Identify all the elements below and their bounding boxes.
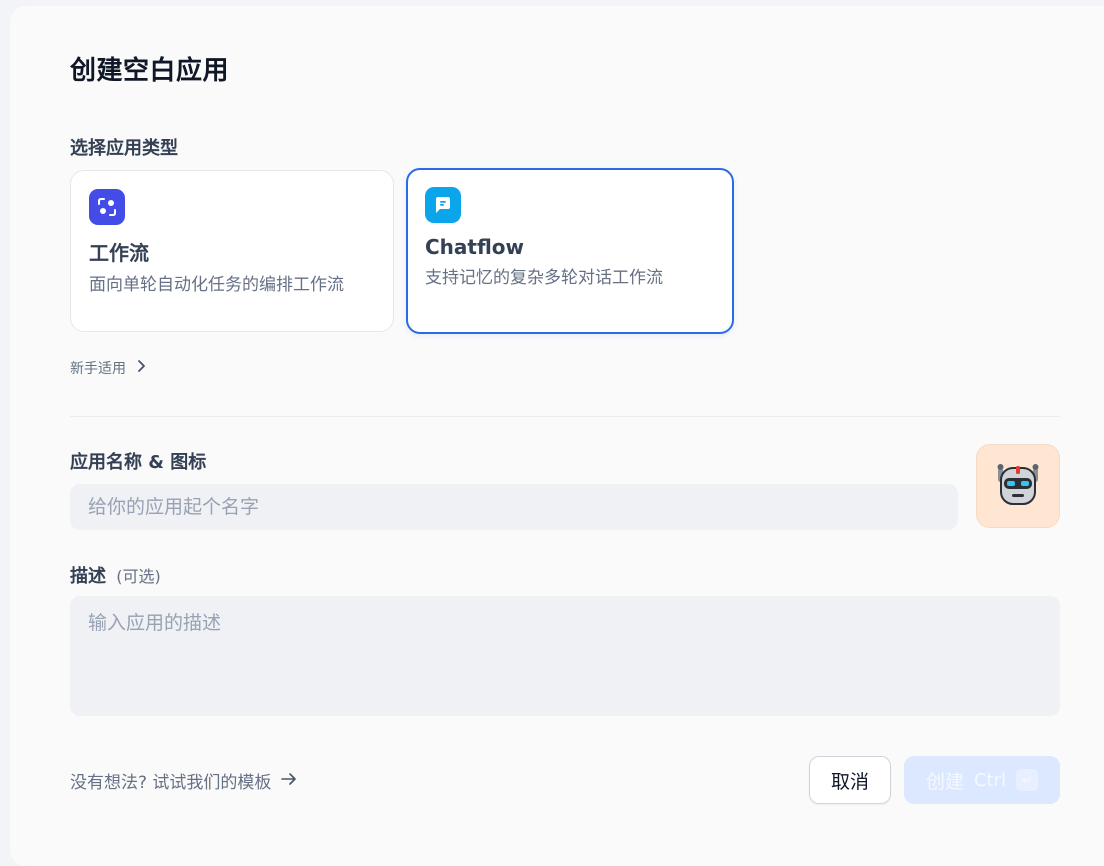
chatflow-description: 支持记忆的复杂多轮对话工作流 xyxy=(425,268,663,288)
workflow-description: 面向单轮自动化任务的编排工作流 xyxy=(89,275,344,295)
divider xyxy=(70,416,1060,417)
enter-key-icon: ↵ xyxy=(1016,769,1039,791)
cancel-button[interactable]: 取消 xyxy=(809,756,891,804)
name-icon-label: 应用名称 & 图标 xyxy=(70,452,207,473)
app-description-input[interactable] xyxy=(70,596,1060,716)
chatflow-icon xyxy=(425,187,461,223)
app-name-input[interactable] xyxy=(70,484,958,530)
beginner-label: 新手适用 xyxy=(70,361,126,377)
robot-icon xyxy=(990,456,1046,516)
create-button[interactable]: 创建 Ctrl ↵ xyxy=(904,756,1060,804)
chevron-right-icon xyxy=(136,359,148,377)
app-type-chatflow-card[interactable]: Chatflow 支持记忆的复杂多轮对话工作流 xyxy=(406,168,734,334)
description-label-row: 描述 (可选) xyxy=(70,562,161,588)
optional-hint: (可选) xyxy=(116,567,161,586)
arrow-right-icon xyxy=(281,771,297,791)
chatflow-name: Chatflow xyxy=(425,235,525,259)
workflow-name: 工作流 xyxy=(89,241,149,265)
create-label: 创建 xyxy=(925,770,964,793)
template-link-label: 没有想法? 试试我们的模板 xyxy=(70,773,272,793)
dialog-title: 创建空白应用 xyxy=(70,56,230,86)
app-avatar-button[interactable] xyxy=(976,444,1060,528)
create-app-dialog: 创建空白应用 选择应用类型 工作流 面向单轮自动化任务的编排工作流 Chatfl… xyxy=(10,6,1104,866)
beginner-toggle[interactable]: 新手适用 xyxy=(70,358,148,378)
workflow-icon xyxy=(89,189,125,225)
description-label: 描述 xyxy=(70,566,106,587)
app-type-label: 选择应用类型 xyxy=(70,138,178,159)
template-link[interactable]: 没有想法? 试试我们的模板 xyxy=(70,768,297,793)
app-type-workflow-card[interactable]: 工作流 面向单轮自动化任务的编排工作流 xyxy=(70,170,394,332)
shortcut-ctrl: Ctrl xyxy=(973,769,1007,791)
